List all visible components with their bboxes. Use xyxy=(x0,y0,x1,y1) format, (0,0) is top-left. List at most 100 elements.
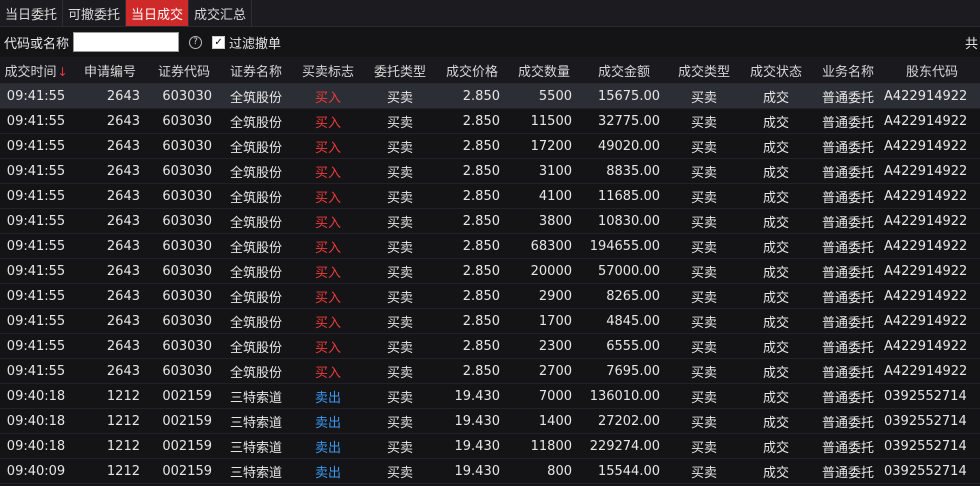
price-cell: 2.850 xyxy=(436,208,508,234)
request-no-cell: 1212 xyxy=(72,433,148,459)
help-icon[interactable]: ? xyxy=(189,35,203,49)
price-cell: 2.850 xyxy=(436,233,508,259)
qty-cell: 800 xyxy=(508,458,580,484)
status-cell: 成交 xyxy=(740,433,812,459)
status-cell: 成交 xyxy=(740,458,812,484)
col-header-business[interactable]: 业务名称 xyxy=(812,57,884,84)
tab-today-trades[interactable]: 当日成交 xyxy=(126,0,190,26)
total-label: 共 xyxy=(964,37,978,52)
trade-time-cell: 09:41:55 xyxy=(0,133,72,159)
request-no-cell: 2643 xyxy=(72,233,148,259)
table-row[interactable]: 09:41:55 2643 603030 全筑股份 买入 买卖 2.850 11500 3277… xyxy=(0,108,980,134)
col-header-holder-code[interactable]: 股东代码 xyxy=(884,57,980,84)
amount-cell: 11685.00 xyxy=(580,183,668,209)
trade-type-cell: 买卖 xyxy=(668,458,740,484)
table-header: 成交时间↓ 申请编号 证券代码 证券名称 买卖标志 委托类型 成交价格 成交数量… xyxy=(0,57,980,84)
side-cell: 卖出 xyxy=(292,458,364,484)
security-name-cell: 三特索道 xyxy=(220,383,292,409)
col-header-order-type[interactable]: 委托类型 xyxy=(364,57,436,84)
filter-bar: 代码或名称 ? ✓ 过滤撤单 共 xyxy=(0,27,980,57)
tab-today-orders[interactable]: 当日委托 xyxy=(0,0,64,26)
status-cell: 成交 xyxy=(740,308,812,334)
request-no-cell: 1212 xyxy=(72,383,148,409)
table-row[interactable]: 09:41:55 2643 603030 全筑股份 买入 买卖 2.850 20000 5700… xyxy=(0,258,980,284)
price-cell: 2.850 xyxy=(436,333,508,359)
business-cell: 普通委托 xyxy=(812,233,884,259)
price-cell: 19.430 xyxy=(436,433,508,459)
price-cell: 2.850 xyxy=(436,83,508,109)
amount-cell: 8265.00 xyxy=(580,283,668,309)
tab-cancelable-orders[interactable]: 可撤委托 xyxy=(63,0,127,26)
security-name-cell: 三特索道 xyxy=(220,458,292,484)
status-cell: 成交 xyxy=(740,358,812,384)
col-header-trade-time[interactable]: 成交时间↓ xyxy=(0,57,72,84)
holder-code-cell: 0392552714 xyxy=(884,383,980,409)
security-code-cell: 002159 xyxy=(148,408,220,434)
table-row[interactable]: 09:41:55 2643 603030 全筑股份 买入 买卖 2.850 3100 8835.… xyxy=(0,158,980,184)
business-cell: 普通委托 xyxy=(812,283,884,309)
col-header-security-name[interactable]: 证券名称 xyxy=(220,57,292,84)
table-row[interactable]: 09:40:18 1212 002159 三特索道 卖出 买卖 19.430 1400 2720… xyxy=(0,408,980,434)
trade-time-cell: 09:41:55 xyxy=(0,358,72,384)
security-name-cell: 全筑股份 xyxy=(220,133,292,159)
security-name-cell: 三特索道 xyxy=(220,433,292,459)
table-row[interactable]: 09:40:18 1212 002159 三特索道 卖出 买卖 19.430 11800 229… xyxy=(0,433,980,459)
business-cell: 普通委托 xyxy=(812,458,884,484)
col-header-trade-type[interactable]: 成交类型 xyxy=(668,57,740,84)
status-cell: 成交 xyxy=(740,333,812,359)
holder-code-cell: A422914922 xyxy=(884,83,980,109)
table-row[interactable]: 09:41:55 2643 603030 全筑股份 买入 买卖 2.850 68300 1946… xyxy=(0,233,980,259)
table-row[interactable]: 09:41:55 2643 603030 全筑股份 买入 买卖 2.850 1700 4845.… xyxy=(0,308,980,334)
side-cell: 买入 xyxy=(292,358,364,384)
table-row[interactable]: 09:41:55 2643 603030 全筑股份 买入 买卖 2.850 17200 4902… xyxy=(0,133,980,159)
security-code-cell: 603030 xyxy=(148,133,220,159)
price-cell: 2.850 xyxy=(436,183,508,209)
col-header-qty[interactable]: 成交数量 xyxy=(508,57,580,84)
amount-cell: 136010.00 xyxy=(580,383,668,409)
trade-type-cell: 买卖 xyxy=(668,233,740,259)
filter-cancel-checkbox[interactable]: ✓ xyxy=(212,35,226,49)
table-row[interactable]: 09:41:55 2643 603030 全筑股份 买入 买卖 2.850 2300 6555.… xyxy=(0,333,980,359)
table-row[interactable]: 09:41:55 2643 603030 全筑股份 买入 买卖 2.850 2700 7695.… xyxy=(0,358,980,384)
trade-type-cell: 买卖 xyxy=(668,408,740,434)
order-type-cell: 买卖 xyxy=(364,133,436,159)
status-cell: 成交 xyxy=(740,83,812,109)
table-row[interactable]: 09:41:55 2643 603030 全筑股份 买入 买卖 2.850 4100 11685… xyxy=(0,183,980,209)
trade-time-cell: 09:41:55 xyxy=(0,158,72,184)
holder-code-cell: A422914922 xyxy=(884,183,980,209)
trade-time-cell: 09:40:18 xyxy=(0,408,72,434)
col-header-security-code[interactable]: 证券代码 xyxy=(148,57,220,84)
security-code-cell: 603030 xyxy=(148,308,220,334)
business-cell: 普通委托 xyxy=(812,258,884,284)
trade-time-cell: 09:40:18 xyxy=(0,383,72,409)
tab-trade-summary[interactable]: 成交汇总 xyxy=(189,0,253,26)
col-header-status[interactable]: 成交状态 xyxy=(740,57,812,84)
col-header-side[interactable]: 买卖标志 xyxy=(292,57,364,84)
status-cell: 成交 xyxy=(740,133,812,159)
col-header-request-no[interactable]: 申请编号 xyxy=(72,57,148,84)
col-header-amount[interactable]: 成交金额 xyxy=(580,57,668,84)
table-row[interactable]: 09:40:18 1212 002159 三特索道 卖出 买卖 19.430 7000 1360… xyxy=(0,383,980,409)
amount-cell: 7695.00 xyxy=(580,358,668,384)
trade-time-cell: 09:41:55 xyxy=(0,258,72,284)
table-row[interactable]: 09:40:09 1212 002159 三特索道 卖出 买卖 19.430 800 15544… xyxy=(0,458,980,484)
request-no-cell: 2643 xyxy=(72,308,148,334)
order-type-cell: 买卖 xyxy=(364,258,436,284)
price-cell: 19.430 xyxy=(436,458,508,484)
table-row[interactable]: 09:41:55 2643 603030 全筑股份 买入 买卖 2.850 5500 15675… xyxy=(0,83,980,109)
security-code-cell: 603030 xyxy=(148,183,220,209)
table-row[interactable]: 09:41:55 2643 603030 全筑股份 买入 买卖 2.850 2900 8265.… xyxy=(0,283,980,309)
price-cell: 2.850 xyxy=(436,283,508,309)
trade-time-cell: 09:41:55 xyxy=(0,83,72,109)
request-no-cell: 2643 xyxy=(72,283,148,309)
amount-cell: 57000.00 xyxy=(580,258,668,284)
qty-cell: 2700 xyxy=(508,358,580,384)
order-type-cell: 买卖 xyxy=(364,183,436,209)
price-cell: 2.850 xyxy=(436,133,508,159)
request-no-cell: 2643 xyxy=(72,208,148,234)
table-row[interactable]: 09:41:55 2643 603030 全筑股份 买入 买卖 2.850 3800 10830… xyxy=(0,208,980,234)
col-header-price[interactable]: 成交价格 xyxy=(436,57,508,84)
amount-cell: 10830.00 xyxy=(580,208,668,234)
code-name-input[interactable] xyxy=(73,32,180,52)
trade-type-cell: 买卖 xyxy=(668,133,740,159)
